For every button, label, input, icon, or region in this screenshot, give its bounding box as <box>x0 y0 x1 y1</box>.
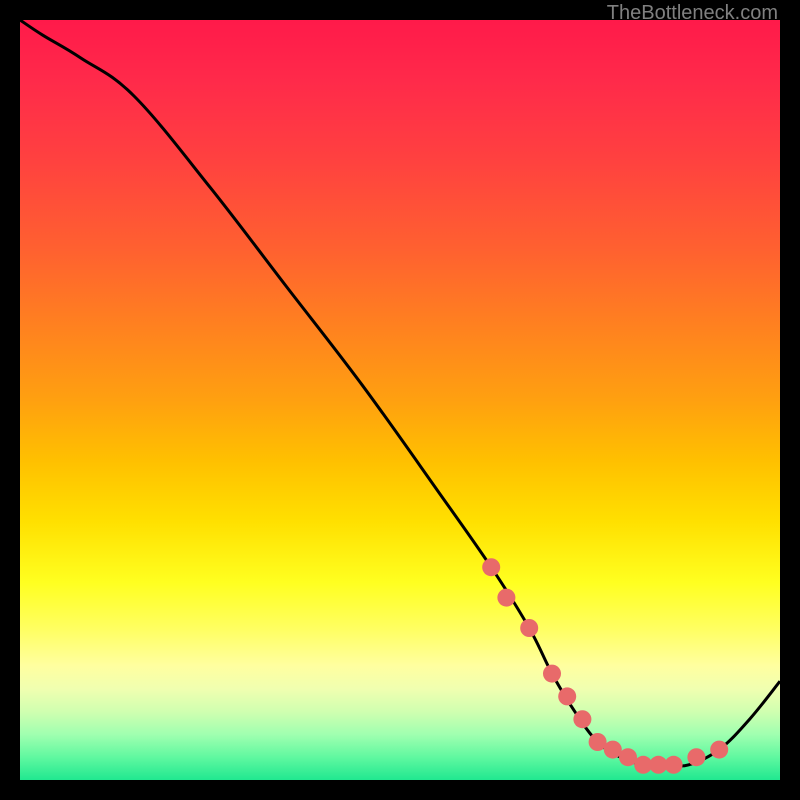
highlight-markers <box>482 558 728 774</box>
marker-point <box>543 665 561 683</box>
marker-point <box>710 741 728 759</box>
plot-area <box>20 20 780 780</box>
chart-svg <box>20 20 780 780</box>
chart-container: TheBottleneck.com <box>0 0 800 800</box>
marker-point <box>497 589 515 607</box>
marker-point <box>687 748 705 766</box>
marker-point <box>520 619 538 637</box>
marker-point <box>665 756 683 774</box>
marker-point <box>573 710 591 728</box>
curve-line <box>20 20 780 766</box>
marker-point <box>558 687 576 705</box>
marker-point <box>482 558 500 576</box>
